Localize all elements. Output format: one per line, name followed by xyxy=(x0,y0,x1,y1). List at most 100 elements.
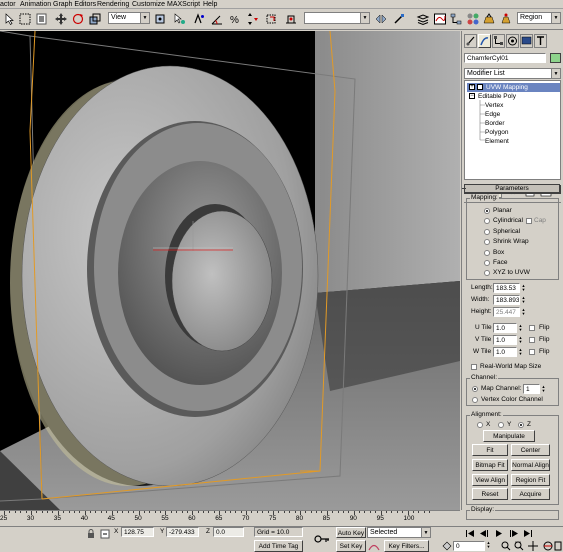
frame-spinner[interactable]: ▲ ▼ xyxy=(486,541,491,550)
radio-align-y[interactable] xyxy=(498,422,504,428)
radio-cylindrical[interactable] xyxy=(484,218,490,224)
object-name-field[interactable]: ChamferCyl01 xyxy=(464,53,546,63)
radio-planar[interactable] xyxy=(484,208,490,214)
tab-utilities[interactable] xyxy=(534,34,547,48)
quick-render-icon[interactable] xyxy=(499,12,513,26)
map-channel-field[interactable]: 1 xyxy=(523,384,540,394)
select-by-name-icon[interactable] xyxy=(35,12,49,26)
stack-subitem-border[interactable]: Border xyxy=(485,119,505,128)
wtile-field[interactable]: 1.0 xyxy=(493,347,517,357)
object-color-swatch[interactable] xyxy=(550,53,561,63)
edit-named-selections-icon[interactable] xyxy=(264,12,278,26)
layer-manager-icon[interactable] xyxy=(416,12,430,26)
reset-button[interactable]: Reset xyxy=(472,488,508,500)
menu-item[interactable]: Help xyxy=(203,0,217,9)
tab-display[interactable] xyxy=(520,34,533,48)
auto-key-button[interactable]: Auto Key xyxy=(336,527,366,538)
region-fit-button[interactable]: Region Fit xyxy=(511,474,550,486)
stack-item-uvw-mapping[interactable]: + UVW Mapping xyxy=(467,83,560,92)
default-in-out-tangent-icon[interactable] xyxy=(368,541,380,552)
bitmap-fit-button[interactable]: Bitmap Fit xyxy=(472,459,508,471)
height-field[interactable]: 25.447 xyxy=(493,307,520,317)
schematic-view-icon[interactable] xyxy=(449,12,463,26)
z-coord-field[interactable]: 0.0 xyxy=(213,527,244,537)
curve-editor-icon[interactable] xyxy=(433,12,447,26)
acquire-button[interactable]: Acquire xyxy=(511,488,550,500)
radio-xyz-to-uvw[interactable] xyxy=(484,270,490,276)
wtile-flip-checkbox[interactable] xyxy=(529,349,535,355)
radio-align-z[interactable] xyxy=(518,422,524,428)
set-key-button[interactable]: Set Key xyxy=(336,540,366,552)
utile-field[interactable]: 1.0 xyxy=(493,323,517,333)
key-icon[interactable] xyxy=(314,533,330,545)
parameters-rollout-header[interactable]: Parameters xyxy=(464,184,560,193)
add-time-tag-button[interactable]: Add Time Tag xyxy=(254,540,303,552)
view-align-button[interactable]: View Align xyxy=(472,474,508,486)
mirror-icon[interactable] xyxy=(374,12,388,26)
rollout-collapse-icon[interactable] xyxy=(462,188,466,189)
width-spinner[interactable]: ▲ ▼ xyxy=(521,296,526,305)
material-editor-icon[interactable] xyxy=(466,12,480,26)
absolute-mode-icon[interactable] xyxy=(100,529,110,539)
height-spinner[interactable]: ▲ ▼ xyxy=(521,308,526,317)
manipulate-button[interactable]: Manipulate xyxy=(483,430,535,442)
scale-icon[interactable] xyxy=(88,12,102,26)
center-button[interactable]: Center xyxy=(511,444,550,456)
map-channel-spinner[interactable]: ▲ ▼ xyxy=(541,385,546,394)
pivot-center-icon[interactable] xyxy=(153,12,167,26)
menu-item[interactable]: MAXScript xyxy=(167,0,200,9)
key-filters-button[interactable]: Key Filters... xyxy=(384,540,429,552)
current-frame-field[interactable]: 0 xyxy=(453,541,485,551)
tab-hierarchy[interactable] xyxy=(492,34,505,48)
radio-shrink-wrap[interactable] xyxy=(484,239,490,245)
percent-snap-icon[interactable]: % xyxy=(228,12,242,26)
select-object-icon[interactable] xyxy=(3,12,17,26)
stack-subitem-polygon[interactable]: Polygon xyxy=(485,128,509,137)
vtile-spinner[interactable]: ▲ ▼ xyxy=(518,336,523,345)
y-coord-field[interactable]: -279.433 xyxy=(166,527,199,537)
render-type-dropdown[interactable]: Region ▼ xyxy=(517,12,561,24)
fit-button[interactable]: Fit xyxy=(472,444,508,456)
rotate-icon[interactable] xyxy=(71,12,85,26)
select-region-icon[interactable] xyxy=(18,12,32,26)
collapse-icon[interactable]: − xyxy=(469,93,475,100)
angle-snap-icon[interactable] xyxy=(210,12,224,26)
utile-spinner[interactable]: ▲ ▼ xyxy=(518,324,523,333)
utile-flip-checkbox[interactable] xyxy=(529,325,535,331)
length-field[interactable]: 183.53 xyxy=(493,283,520,293)
radio-vertex-color[interactable] xyxy=(472,397,478,403)
cap-checkbox[interactable] xyxy=(526,218,532,224)
modifier-stack[interactable]: + UVW Mapping − Editable Poly Vertex Edge … xyxy=(464,80,561,180)
radio-face[interactable] xyxy=(484,260,490,266)
radio-box[interactable] xyxy=(484,250,490,256)
expand-icon[interactable]: + xyxy=(469,84,475,91)
bulb-icon[interactable] xyxy=(477,84,483,91)
lock-selection-icon[interactable] xyxy=(86,529,96,539)
move-icon[interactable] xyxy=(54,12,68,26)
menu-item[interactable]: Customize xyxy=(132,0,165,9)
stack-subitem-vertex[interactable]: Vertex xyxy=(485,101,503,110)
time-slider-track[interactable]: 25 30 35 40 45 50 55 60 65 70 75 80 85 90 95 100 xyxy=(0,510,460,526)
radio-spherical[interactable] xyxy=(484,229,490,235)
select-manipulate-icon[interactable] xyxy=(172,12,186,26)
width-field[interactable]: 183.893 xyxy=(493,295,520,305)
stack-subitem-element[interactable]: Element xyxy=(485,137,509,146)
wtile-spinner[interactable]: ▲ ▼ xyxy=(518,348,523,357)
spinner-snap-icon[interactable] xyxy=(246,12,260,26)
vtile-flip-checkbox[interactable] xyxy=(529,337,535,343)
vtile-field[interactable]: 1.0 xyxy=(493,335,517,345)
perspective-viewport[interactable] xyxy=(0,31,460,510)
snap-icon[interactable] xyxy=(192,12,206,26)
named-selection-dropdown[interactable]: ▼ xyxy=(304,12,370,24)
radio-map-channel[interactable] xyxy=(472,386,478,392)
real-world-checkbox[interactable] xyxy=(471,364,477,370)
menu-item[interactable]: Rendering xyxy=(97,0,129,9)
menu-item[interactable]: actor xyxy=(0,0,16,9)
key-mode-toggle-icon[interactable] xyxy=(442,541,452,551)
modifier-list-dropdown[interactable]: Modifier List ▼ xyxy=(464,68,561,79)
reference-coordinate-dropdown[interactable]: View ▼ xyxy=(108,12,150,24)
key-mode-dropdown[interactable]: Selected ▼ xyxy=(367,527,431,538)
length-spinner[interactable]: ▲ ▼ xyxy=(521,284,526,293)
stack-item-editable-poly[interactable]: − Editable Poly xyxy=(467,92,516,101)
tab-create[interactable] xyxy=(464,34,477,48)
